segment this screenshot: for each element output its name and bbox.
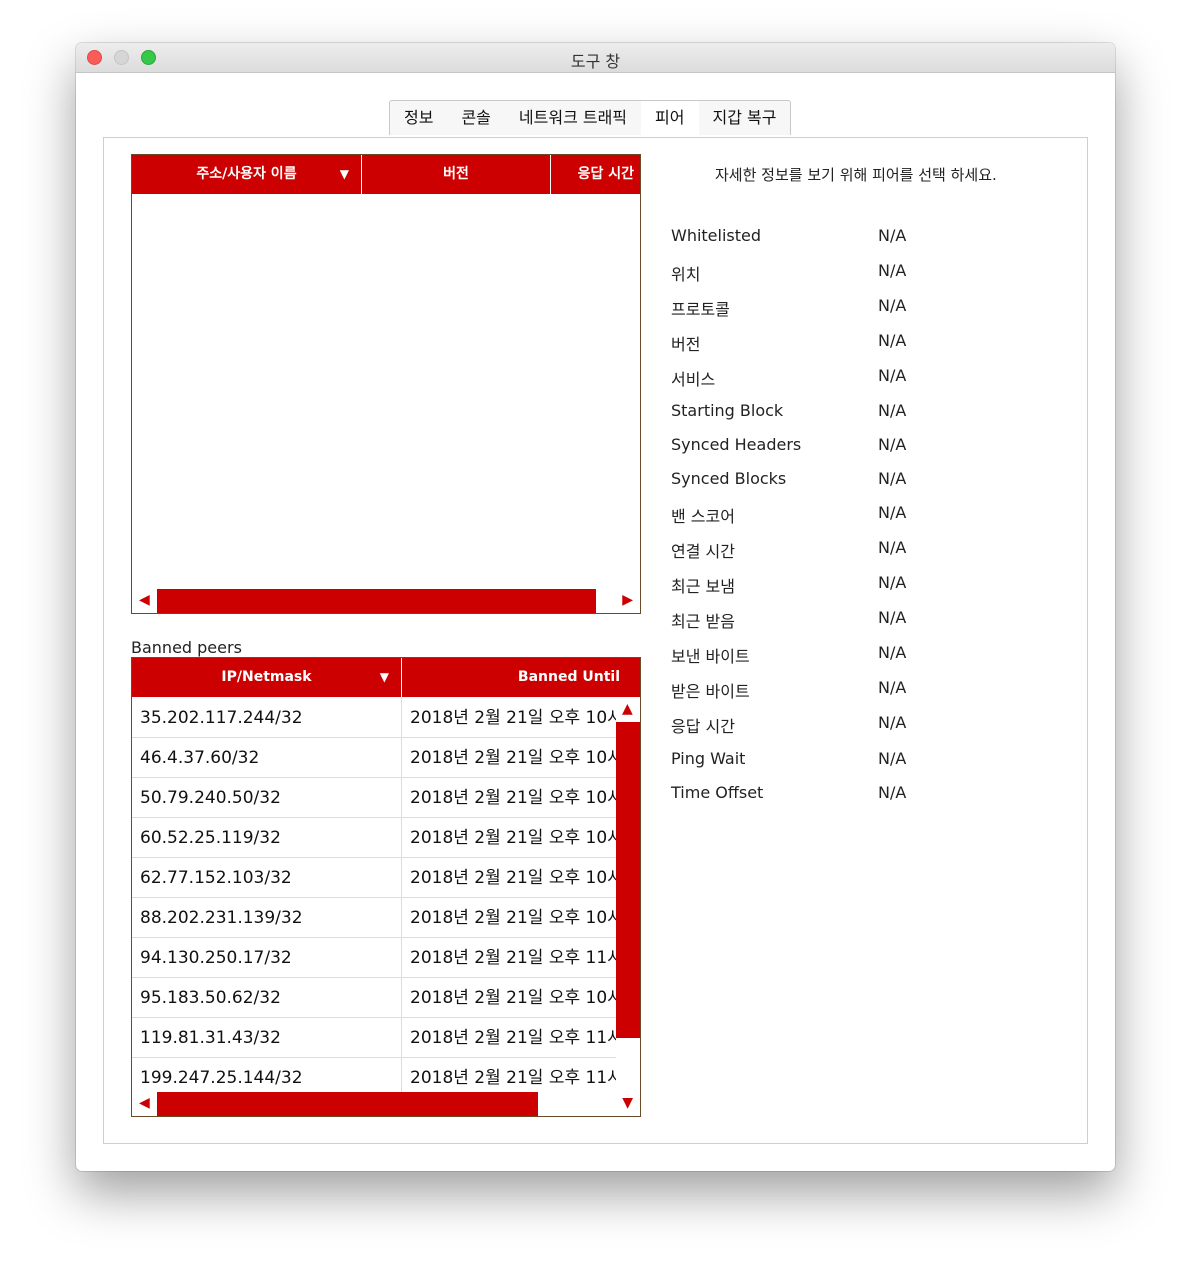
peers-table-header: 주소/사용자 이름 ▼ 버전 응답 시간	[132, 155, 640, 194]
sort-down-icon: ▼	[339, 167, 349, 181]
peers-horizontal-scrollbar[interactable]: ◀ ▶	[132, 589, 640, 613]
table-row[interactable]: 60.52.25.119/322018년 2월 21일 오후 10시 0	[132, 818, 616, 858]
table-row[interactable]: 88.202.231.139/322018년 2월 21일 오후 10시 0	[132, 898, 616, 938]
tab-wallet-repair[interactable]: 지갑 복구	[699, 101, 791, 135]
column-header-version[interactable]: 버전	[362, 155, 551, 194]
scrollbar-thumb[interactable]	[157, 589, 596, 613]
tab-network-traffic[interactable]: 네트워크 트래픽	[505, 101, 641, 135]
column-header-ip-netmask[interactable]: IP/Netmask ▼	[132, 658, 402, 697]
table-row[interactable]: 95.183.50.62/322018년 2월 21일 오후 10시 0	[132, 978, 616, 1018]
column-header-ping[interactable]: 응답 시간	[551, 155, 640, 194]
window-title: 도구 창	[570, 52, 621, 71]
scrollbar-thumb[interactable]	[616, 722, 640, 1038]
tab-peers[interactable]: 피어	[641, 101, 699, 135]
column-header-banned-until[interactable]: Banned Until	[402, 658, 640, 697]
table-row[interactable]: 119.81.31.43/322018년 2월 21일 오후 11시 1	[132, 1018, 616, 1058]
column-header-address[interactable]: 주소/사용자 이름 ▼	[132, 155, 362, 194]
arrow-down-icon[interactable]: ▼	[622, 1095, 633, 1111]
banned-table-header: IP/Netmask ▼ Banned Until	[132, 658, 640, 697]
title-bar[interactable]: 도구 창	[76, 43, 1115, 73]
arrow-left-icon[interactable]: ◀	[139, 1095, 150, 1111]
banned-peers-table[interactable]: IP/Netmask ▼ Banned Until 35.202.117.244…	[131, 657, 641, 1117]
table-row[interactable]: 62.77.152.103/322018년 2월 21일 오후 10시 0	[132, 858, 616, 898]
banned-peers-label: Banned peers	[131, 638, 242, 657]
table-row[interactable]: 50.79.240.50/322018년 2월 21일 오후 10시 0	[132, 778, 616, 818]
banned-rows: 35.202.117.244/322018년 2월 21일 오후 10시 0 4…	[132, 698, 616, 1098]
tab-console[interactable]: 콘솔	[447, 101, 504, 135]
banned-vertical-scrollbar[interactable]: ▲	[616, 698, 640, 1092]
scrollbar-thumb[interactable]	[157, 1092, 538, 1116]
table-row[interactable]: 46.4.37.60/322018년 2월 21일 오후 10시 0	[132, 738, 616, 778]
table-row[interactable]: 35.202.117.244/322018년 2월 21일 오후 10시 0	[132, 698, 616, 738]
tab-bar: 정보 콘솔 네트워크 트래픽 피어 지갑 복구	[389, 100, 792, 135]
arrow-up-icon[interactable]: ▲	[622, 701, 633, 717]
sort-down-icon: ▼	[379, 670, 389, 684]
peers-table[interactable]: 주소/사용자 이름 ▼ 버전 응답 시간 ◀ ▶	[131, 154, 641, 614]
arrow-right-icon[interactable]: ▶	[622, 592, 633, 608]
banned-horizontal-scrollbar[interactable]: ◀ ▼	[132, 1092, 640, 1116]
arrow-left-icon[interactable]: ◀	[139, 592, 150, 608]
select-peer-message: 자세한 정보를 보기 위해 피어를 선택 하세요.	[715, 166, 997, 184]
table-row[interactable]: 94.130.250.17/322018년 2월 21일 오후 11시 1	[132, 938, 616, 978]
tab-info[interactable]: 정보	[390, 101, 447, 135]
